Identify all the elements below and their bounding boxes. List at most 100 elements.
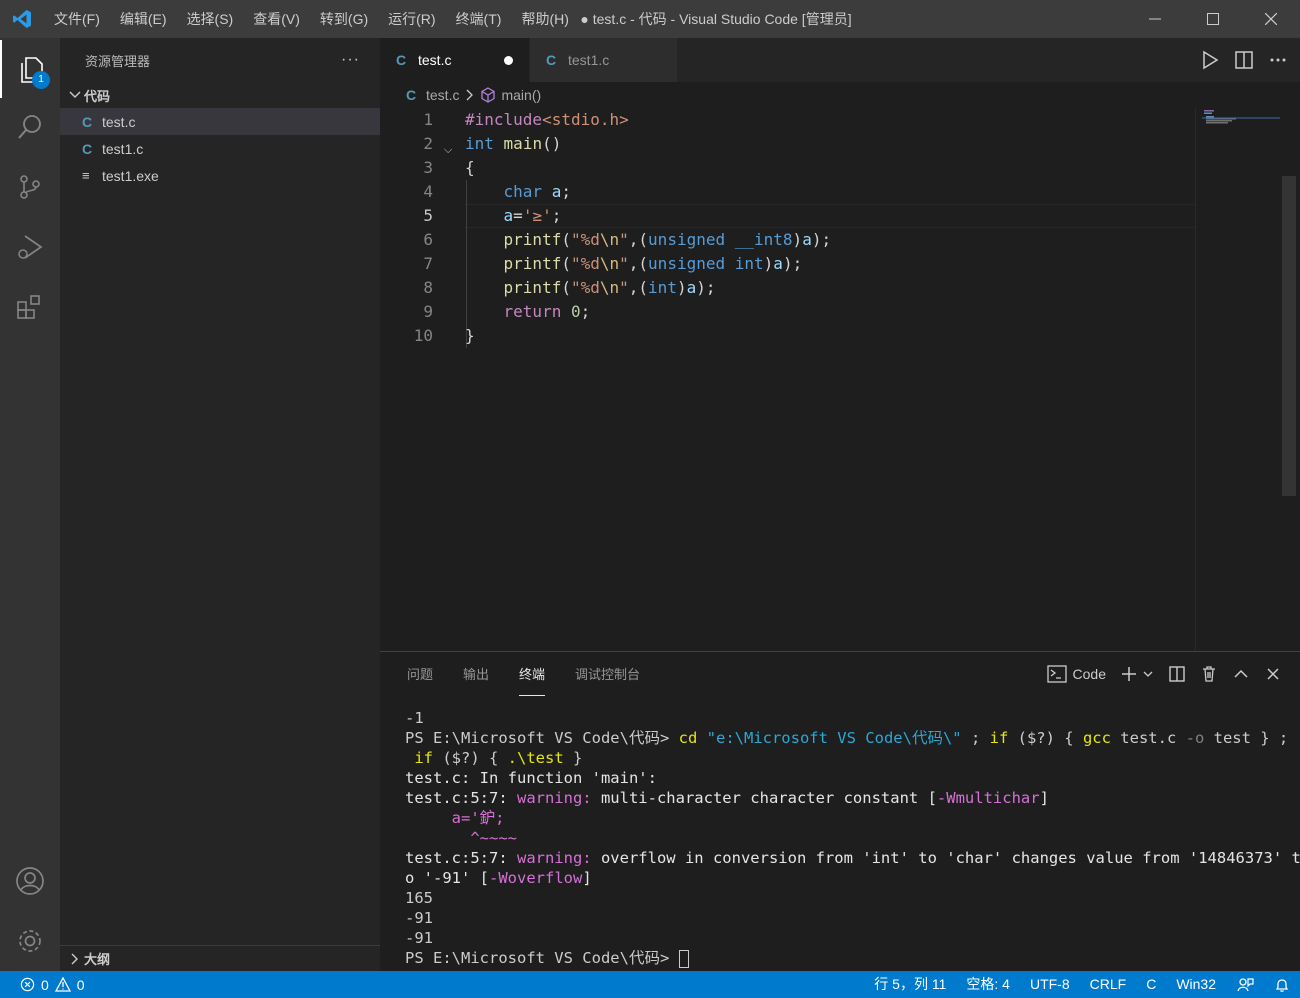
accounts-button[interactable] <box>0 852 60 910</box>
indentation[interactable]: 空格: 4 <box>956 971 1020 998</box>
cursor-position[interactable]: 行 5，列 11 <box>864 971 956 998</box>
code-line: 9 return 0; <box>423 302 591 321</box>
breadcrumb-symbol[interactable]: main() <box>501 87 541 103</box>
error-icon <box>20 977 35 992</box>
terminal-line: PS E:\Microsoft VS Code\代码> cd "e:\Micro… <box>405 729 1289 747</box>
menu-help[interactable]: 帮助(H) <box>511 0 578 38</box>
bell-icon <box>1275 978 1289 992</box>
code-line: 1 #include<stdio.h> <box>423 110 629 129</box>
tab-output[interactable]: 输出 <box>463 652 489 696</box>
file-name: test.c <box>102 113 136 130</box>
run-debug-button[interactable] <box>0 218 60 276</box>
c-file-icon: C <box>546 52 557 68</box>
menu-terminal[interactable]: 终端(T) <box>446 0 512 38</box>
status-bar: 0 0 行 5，列 11 空格: 4 UTF-8 CRLF C Win32 <box>0 971 1300 998</box>
tab-test1-c[interactable]: C test1.c <box>530 38 678 82</box>
source-control-button[interactable] <box>0 158 60 216</box>
terminal-output[interactable]: -1 PS E:\Microsoft VS Code\代码> cd "e:\Mic… <box>405 708 1300 968</box>
encoding[interactable]: UTF-8 <box>1020 971 1080 998</box>
split-terminal-icon[interactable] <box>1168 665 1186 683</box>
terminal-name: Code <box>1072 666 1106 682</box>
tab-test-c[interactable]: C test.c <box>380 38 530 82</box>
chevron-right-icon <box>467 89 474 101</box>
menu-run[interactable]: 运行(R) <box>378 0 445 38</box>
code-editor[interactable]: ⌵ 1 #include<stdio.h> 2 int main() 3{ 4 ch… <box>380 108 1300 651</box>
tab-label: test1.c <box>568 52 610 68</box>
extensions-button[interactable] <box>0 278 60 336</box>
sidebar-title: 资源管理器 <box>85 53 151 69</box>
trash-icon[interactable] <box>1200 665 1218 683</box>
chevron-down-icon[interactable] <box>1142 668 1154 680</box>
breadcrumb-file[interactable]: test.c <box>426 87 459 103</box>
gear-icon <box>19 930 41 952</box>
more-actions-button[interactable]: ··· <box>341 51 360 69</box>
notifications-button[interactable] <box>1264 971 1300 998</box>
minimize-button[interactable] <box>1126 0 1184 38</box>
manage-button[interactable] <box>0 912 60 970</box>
terminal-line: 165 <box>405 889 433 907</box>
outline-section[interactable]: 大纲 <box>60 945 380 971</box>
vertical-scrollbar[interactable] <box>1282 176 1296 496</box>
file-item-test1-c[interactable]: C test1.c <box>60 135 380 162</box>
minimap[interactable] <box>1202 108 1282 128</box>
file-item-test-c[interactable]: C test.c <box>60 108 380 135</box>
tab-debug-console[interactable]: 调试控制台 <box>575 652 640 696</box>
activity-bar: 1 <box>0 38 60 971</box>
run-file-icon[interactable] <box>1200 50 1220 70</box>
explorer-badge: 1 <box>32 71 50 89</box>
maximize-button[interactable] <box>1184 0 1242 38</box>
tab-terminal[interactable]: 终端 <box>519 652 546 696</box>
menu-selection[interactable]: 选择(S) <box>177 0 244 38</box>
menu-view[interactable]: 查看(V) <box>243 0 310 38</box>
language-mode[interactable]: C <box>1136 971 1166 998</box>
breadcrumb: C test.c main() <box>380 82 1300 108</box>
minimize-icon <box>1149 18 1161 20</box>
tab-problems[interactable]: 问题 <box>407 652 433 696</box>
folder-header[interactable]: 代码 <box>60 82 380 108</box>
feedback-button[interactable] <box>1226 971 1264 998</box>
terminal-line: -91 <box>405 909 433 927</box>
problems-status[interactable]: 0 0 <box>0 977 85 993</box>
terminal-line: -1 <box>405 709 424 727</box>
terminal-select[interactable]: Code <box>1046 665 1106 683</box>
warning-icon <box>54 977 71 992</box>
unsaved-dot-icon[interactable] <box>504 55 513 65</box>
code-line: 7 printf("%d\n",(unsigned int)a); <box>423 254 803 273</box>
terminal-line: PS E:\Microsoft VS Code\代码> <box>405 948 1285 968</box>
terminal-line: test.c: In function 'main': <box>405 769 657 787</box>
c-file-icon: C <box>396 52 407 68</box>
end-of-line[interactable]: CRLF <box>1080 971 1137 998</box>
new-terminal-plus-icon[interactable] <box>1120 665 1138 683</box>
terminal-line: test.c:5:7: warning: overflow in convers… <box>405 849 1300 867</box>
c-file-icon: C <box>82 113 93 130</box>
more-icon[interactable] <box>1268 50 1288 70</box>
terminal-line: -91 <box>405 929 433 947</box>
terminal-line: if ($?) { .\test } <box>405 749 583 767</box>
run-debug-icon <box>18 235 43 259</box>
account-icon <box>16 867 44 895</box>
chevron-up-icon[interactable] <box>1232 665 1250 683</box>
menu-go[interactable]: 转到(G) <box>310 0 378 38</box>
split-editor-icon[interactable] <box>1234 50 1254 70</box>
menu-file[interactable]: 文件(F) <box>44 0 110 38</box>
code-line: 4 char a; <box>423 182 571 201</box>
terminal-cursor <box>678 949 689 968</box>
file-item-test1-exe[interactable]: ≡ test1.exe <box>60 162 380 189</box>
warning-count: 0 <box>76 976 85 993</box>
source-control-icon <box>20 175 40 199</box>
close-icon <box>1265 13 1277 25</box>
platform-config[interactable]: Win32 <box>1166 971 1226 998</box>
file-name: test1.c <box>102 140 144 157</box>
editor-tabs: C test.c C test1.c <box>380 38 1300 82</box>
c-file-icon: C <box>406 87 417 103</box>
terminal-icon <box>1046 665 1067 683</box>
code-line: 8 printf("%d\n",(int)a); <box>423 278 716 297</box>
explorer-button[interactable]: 1 <box>0 40 60 98</box>
vscode-logo-icon <box>0 0 44 38</box>
file-name: test1.exe <box>102 167 159 184</box>
search-button[interactable] <box>0 98 60 156</box>
terminal-line: ^~~~~ <box>405 829 517 847</box>
close-window-button[interactable] <box>1242 0 1300 38</box>
menu-edit[interactable]: 编辑(E) <box>110 0 177 38</box>
close-panel-icon[interactable] <box>1264 665 1282 683</box>
